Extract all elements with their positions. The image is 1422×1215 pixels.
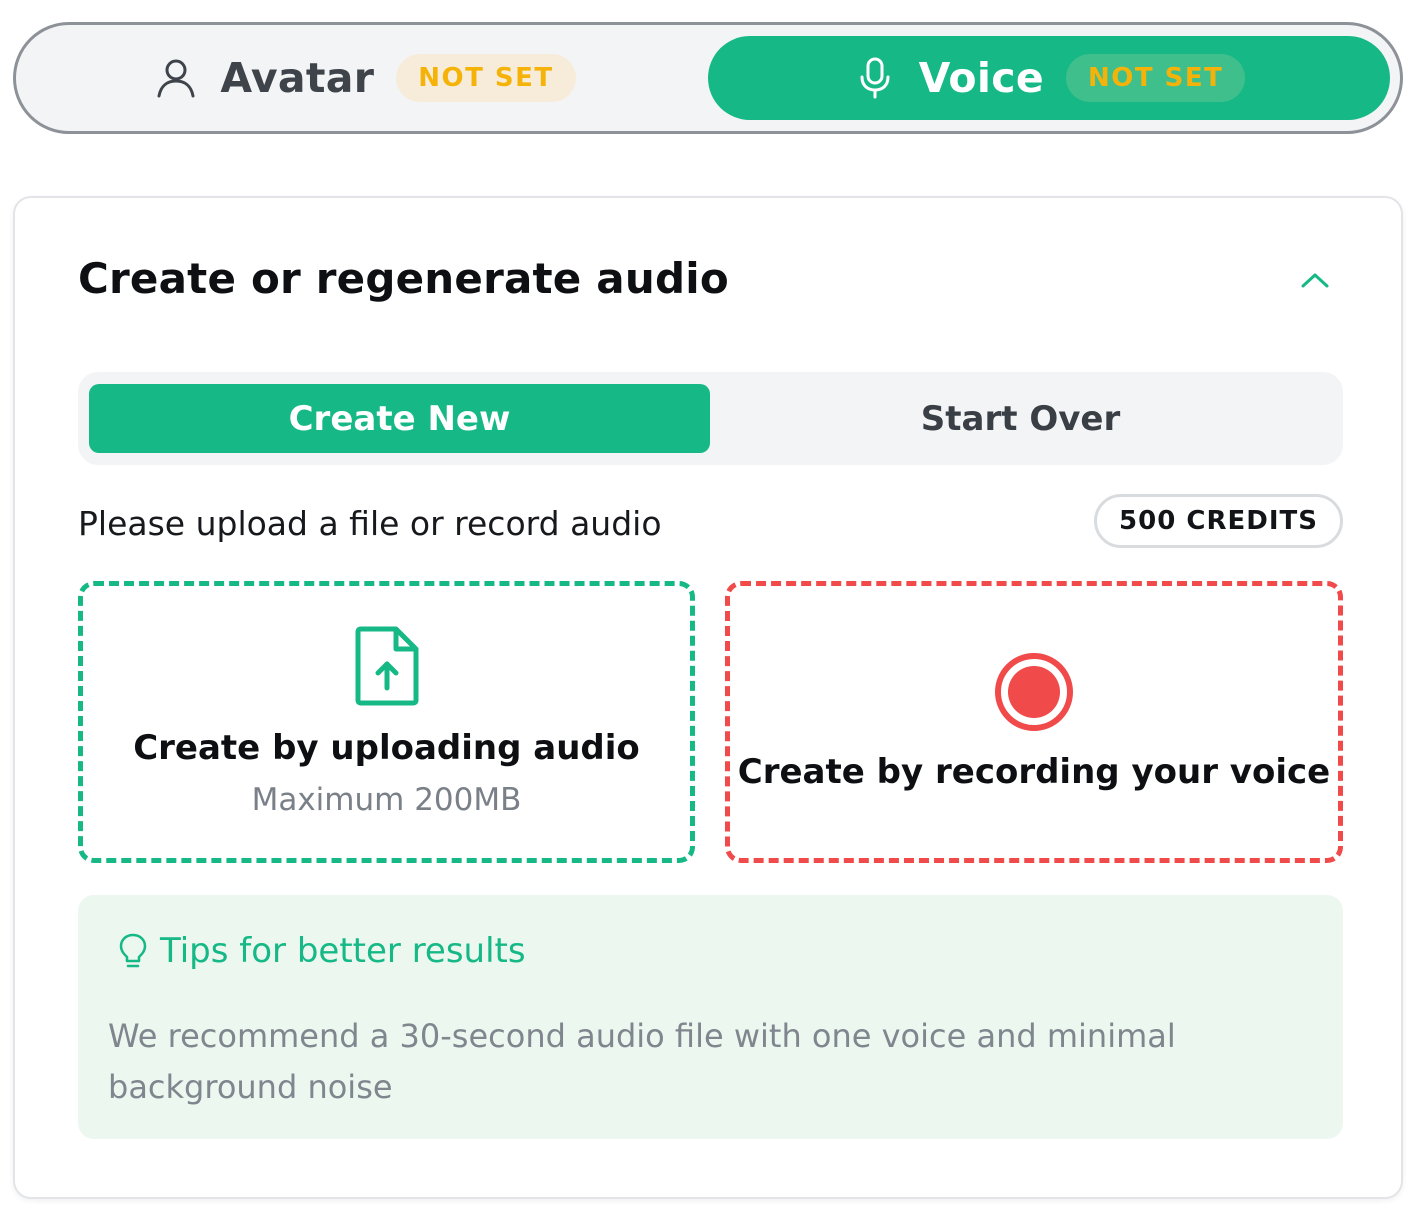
tips-header: Tips for better results [118, 931, 526, 971]
upload-title: Create by uploading audio [133, 728, 640, 768]
tab-avatar-label: Avatar [220, 54, 375, 102]
chevron-up-icon [1301, 273, 1329, 288]
start-over-button[interactable]: Start Over [710, 384, 1331, 453]
microphone-icon [860, 57, 890, 99]
file-upload-icon [355, 626, 418, 706]
tab-voice[interactable]: Voice NOT SET [708, 36, 1390, 120]
tips-title: Tips for better results [160, 931, 526, 971]
tips-body: We recommend a 30-second audio file with… [108, 1017, 1176, 1106]
page: Avatar NOT SET Voice NOT SET Create or r… [0, 0, 1422, 1215]
upload-prompt: Please upload a file or record audio [78, 504, 662, 543]
avatar-status-badge: NOT SET [396, 54, 576, 102]
card-title: Create or regenerate audio [78, 254, 729, 303]
tips-panel: Tips for better results We recommend a 3… [78, 895, 1343, 1139]
create-new-button[interactable]: Create New [89, 384, 710, 453]
tab-voice-label: Voice [918, 54, 1044, 102]
user-icon [157, 59, 195, 98]
upload-audio-dropzone[interactable]: Create by uploading audio Maximum 200MB [78, 581, 695, 863]
collapse-button[interactable] [1291, 260, 1339, 300]
upload-subtitle: Maximum 200MB [251, 782, 522, 818]
avatar-voice-switch: Avatar NOT SET Voice NOT SET [13, 22, 1403, 134]
record-voice-button[interactable]: Create by recording your voice [725, 581, 1343, 863]
record-title: Create by recording your voice [737, 752, 1331, 792]
credits-badge: 500 CREDITS [1094, 494, 1343, 548]
mode-segmented-control: Create New Start Over [78, 372, 1343, 465]
create-audio-card: Create or regenerate audio Create New St… [13, 196, 1403, 1199]
tab-avatar[interactable]: Avatar NOT SET [24, 36, 706, 120]
record-icon [995, 653, 1073, 731]
lightbulb-icon [119, 933, 147, 968]
voice-status-badge: NOT SET [1065, 54, 1246, 102]
